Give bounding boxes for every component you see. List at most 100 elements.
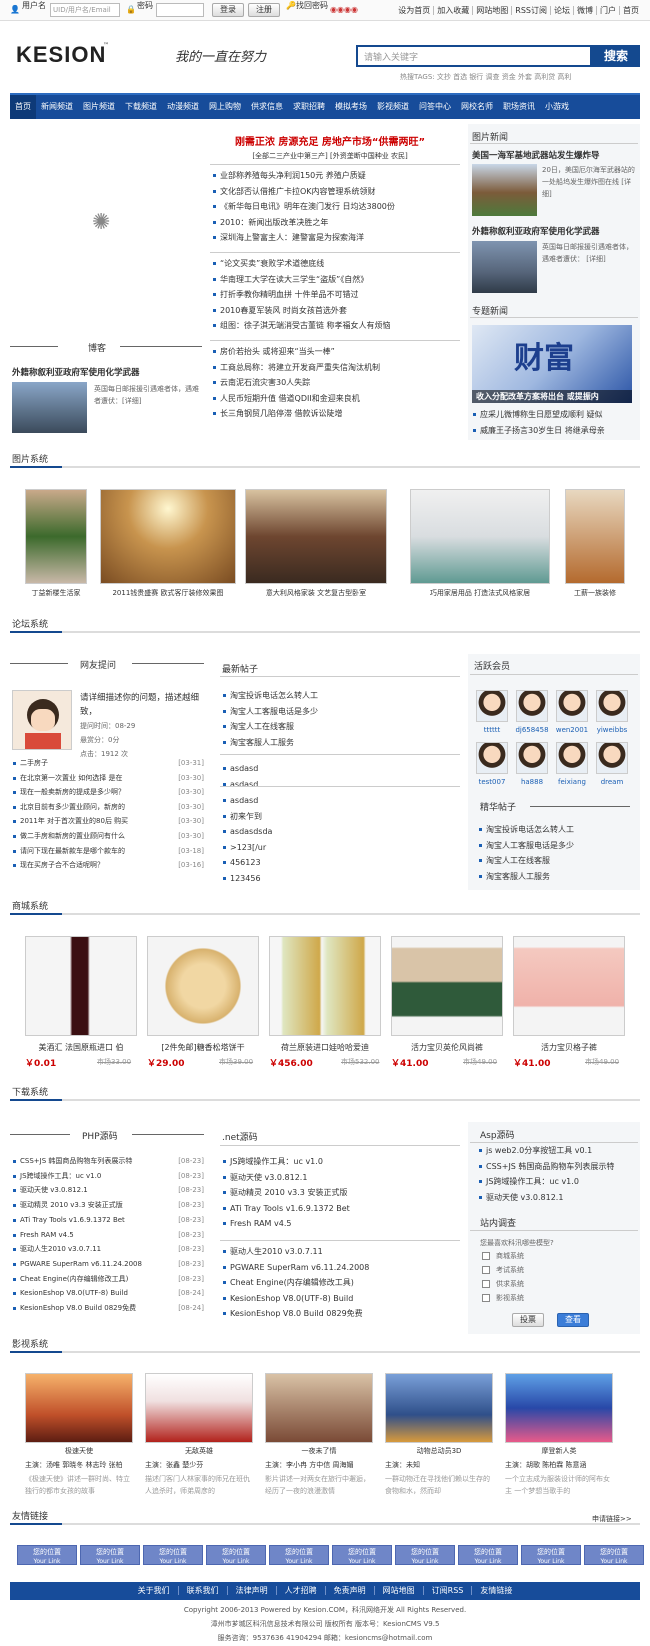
php-list-item[interactable]: Fresh RAM v4.5 [08-23]: [12, 1228, 204, 1243]
poll-checkbox[interactable]: [482, 1280, 490, 1288]
friend-link-badge[interactable]: 您的位置 Your Link: [206, 1545, 266, 1565]
movie-name[interactable]: 摩登新人类: [505, 1446, 613, 1456]
nav-item[interactable]: 首页: [10, 95, 36, 119]
php-list-item[interactable]: 驱动精灵 2010 v3.3 安装正式版 [08-23]: [12, 1198, 204, 1213]
blog-article-image[interactable]: [12, 382, 87, 433]
gallery-caption[interactable]: 巧用家居用品 打造法式风格家居: [410, 588, 550, 598]
top-link[interactable]: 微博: [573, 6, 596, 15]
php-list-item[interactable]: Cheat Engine(内存编辑修改工具) [08-23]: [12, 1272, 204, 1287]
news-link[interactable]: 2010：新闻出版改革决胜之年: [212, 215, 462, 231]
site-logo[interactable]: KESION: [16, 42, 106, 68]
login-button[interactable]: 登录: [212, 3, 244, 17]
top-link[interactable]: RSS订阅: [511, 6, 550, 15]
download-link[interactable]: CSS+JS 韩国商品购物车列表展示特: [478, 1159, 638, 1175]
news-link[interactable]: 长三角钢贸几陷停滞 借款诉讼陡增: [212, 406, 462, 422]
picnews-item-1-image[interactable]: [472, 164, 537, 216]
news-link[interactable]: 华南理工大学在读大三学生“盗版”《自然》: [212, 272, 462, 288]
blog-article-title[interactable]: 外籍称叙利亚政府军使用化学武器: [12, 366, 140, 378]
ask-list-item[interactable]: 做二手房和新房的置业顾问有什么 [03-30]: [12, 829, 204, 844]
friend-link-badge[interactable]: 您的位置 Your Link: [80, 1545, 140, 1565]
news-link[interactable]: 工商总局称：将建立开发商严重失信淘汰机制: [212, 360, 462, 376]
news-link[interactable]: 文化部否认借推广卡拉OK内容管理系统领财: [212, 184, 462, 200]
member-name[interactable]: tttttt: [472, 726, 512, 734]
top-link[interactable]: 网站地图: [472, 6, 512, 15]
nav-item[interactable]: 问答中心: [414, 95, 456, 119]
top-link[interactable]: 门户: [596, 6, 619, 15]
latest-post-link[interactable]: asdasd: [222, 777, 462, 793]
product-image[interactable]: [269, 936, 381, 1036]
news-link[interactable]: 2010春夏军装风 时尚女孩首选外套: [212, 303, 462, 319]
gallery-caption[interactable]: 工薪一族装修: [565, 588, 625, 598]
member-avatar[interactable]: [556, 690, 588, 722]
download-link[interactable]: KesionEshop V8.0 Build 0829免费: [222, 1306, 462, 1322]
latest-post-link[interactable]: 淘宝人工在线客服: [222, 719, 462, 735]
friend-link-badge[interactable]: 您的位置 Your Link: [143, 1545, 203, 1565]
nav-item[interactable]: 新闻频道: [36, 95, 78, 119]
movie-poster[interactable]: [25, 1373, 133, 1443]
member-name[interactable]: yiweibbs: [592, 726, 632, 734]
gallery-image[interactable]: [25, 489, 87, 584]
latest-post-link[interactable]: 123456: [222, 871, 462, 887]
product-name[interactable]: 活力宝贝格子裤: [513, 1042, 625, 1053]
latest-post-link[interactable]: asdasdsda: [222, 824, 462, 840]
hot-post-link[interactable]: 淘宝人工在线客服: [478, 853, 638, 869]
news-link[interactable]: 人民币短期升值 借道QDII和金迎来良机: [212, 391, 462, 407]
hot-post-link[interactable]: 淘宝人工客服电话是多少: [478, 838, 638, 854]
nav-item[interactable]: 网校名师: [456, 95, 498, 119]
download-link[interactable]: Fresh RAM v4.5: [222, 1216, 462, 1232]
ask-list-item[interactable]: 请问下现在最新款车是哪个款车的 [03-18]: [12, 844, 204, 859]
asker-avatar[interactable]: [12, 690, 72, 750]
member-name[interactable]: wen2001: [552, 726, 592, 734]
product-image[interactable]: [513, 936, 625, 1036]
download-link[interactable]: KesionEshop V8.0(UTF-8) Build: [222, 1291, 462, 1307]
footer-link[interactable]: 人才招聘: [275, 1586, 325, 1595]
download-link[interactable]: ATi Tray Tools v1.6.9.1372 Bet: [222, 1201, 462, 1217]
footer-link[interactable]: 法律声明: [226, 1586, 276, 1595]
member-avatar[interactable]: [596, 742, 628, 774]
download-link[interactable]: Cheat Engine(内存编辑修改工具): [222, 1275, 462, 1291]
picnews-item-2-title[interactable]: 外籍称叙利亚政府军使用化学武器: [472, 225, 600, 237]
footer-link[interactable]: 联系我们: [177, 1586, 227, 1595]
hot-post-link[interactable]: 淘宝客服人工服务: [478, 869, 638, 885]
top-link[interactable]: 论坛: [550, 6, 573, 15]
download-link[interactable]: 驱动人生2010 v3.0.7.11: [222, 1244, 462, 1260]
footer-link[interactable]: 关于我们: [130, 1586, 178, 1595]
news-link[interactable]: 组图：徐子淇无端消受古董链 称孝福女人有烦恼: [212, 318, 462, 334]
view-results-button[interactable]: 查看: [557, 1313, 589, 1327]
member-name[interactable]: test007: [472, 778, 512, 786]
news-link[interactable]: 打折季教你精明血拼 十件单品不可错过: [212, 287, 462, 303]
poll-checkbox[interactable]: [482, 1266, 490, 1274]
top-link[interactable]: 加入收藏: [433, 6, 473, 15]
topic-link[interactable]: 威廉王子扬言30岁生日 将继承母亲: [472, 423, 638, 439]
php-list-item[interactable]: ATi Tray Tools v1.6.9.1372 Bet [08-23]: [12, 1213, 204, 1228]
member-name[interactable]: dream: [592, 778, 632, 786]
nav-item[interactable]: 求职招聘: [288, 95, 330, 119]
news-link[interactable]: 《新华每日电讯》明年在澳门发行 日均达3800份: [212, 199, 462, 215]
nav-item[interactable]: 下载频道: [120, 95, 162, 119]
friend-link-badge[interactable]: 您的位置 Your Link: [458, 1545, 518, 1565]
gallery-image[interactable]: [565, 489, 625, 584]
poll-checkbox[interactable]: [482, 1252, 490, 1260]
download-link[interactable]: JS跨域操作工具：uc v1.0: [478, 1174, 638, 1190]
friend-link-badge[interactable]: 您的位置 Your Link: [332, 1545, 392, 1565]
gallery-image[interactable]: [410, 489, 550, 584]
php-list-item[interactable]: KesionEshop V8.0(UTF-8) Build [08-24]: [12, 1286, 204, 1301]
ask-list-item[interactable]: 现在一般卖新房的提成是多少啊？ [03-30]: [12, 785, 204, 800]
gallery-image[interactable]: [100, 489, 236, 584]
php-list-item[interactable]: CSS+JS 韩国商品购物车列表展示特 [08-23]: [12, 1154, 204, 1169]
latest-post-link[interactable]: asdasd: [222, 793, 462, 809]
php-list-item[interactable]: 驱动人生2010 v3.0.7.11 [08-23]: [12, 1242, 204, 1257]
nav-item[interactable]: 小游戏: [540, 95, 574, 119]
download-link[interactable]: JS跨域操作工具：uc v1.0: [222, 1154, 462, 1170]
footer-link[interactable]: 订阅RSS: [422, 1586, 472, 1595]
member-name[interactable]: feixiang: [552, 778, 592, 786]
php-list-item[interactable]: JS跨域操作工具：uc v1.0 [08-23]: [12, 1169, 204, 1184]
search-button[interactable]: 搜索: [592, 45, 640, 67]
ask-list-item[interactable]: 二手房子 [03-31]: [12, 756, 204, 771]
password-input[interactable]: [156, 3, 204, 17]
news-link[interactable]: “论文买卖”衰败学术道德底线: [212, 256, 462, 272]
friend-link-badge[interactable]: 您的位置 Your Link: [395, 1545, 455, 1565]
latest-post-link[interactable]: 初来乍到: [222, 809, 462, 825]
top-link[interactable]: 首页: [619, 6, 642, 15]
download-link[interactable]: 驱动天使 v3.0.812.1: [478, 1190, 638, 1206]
